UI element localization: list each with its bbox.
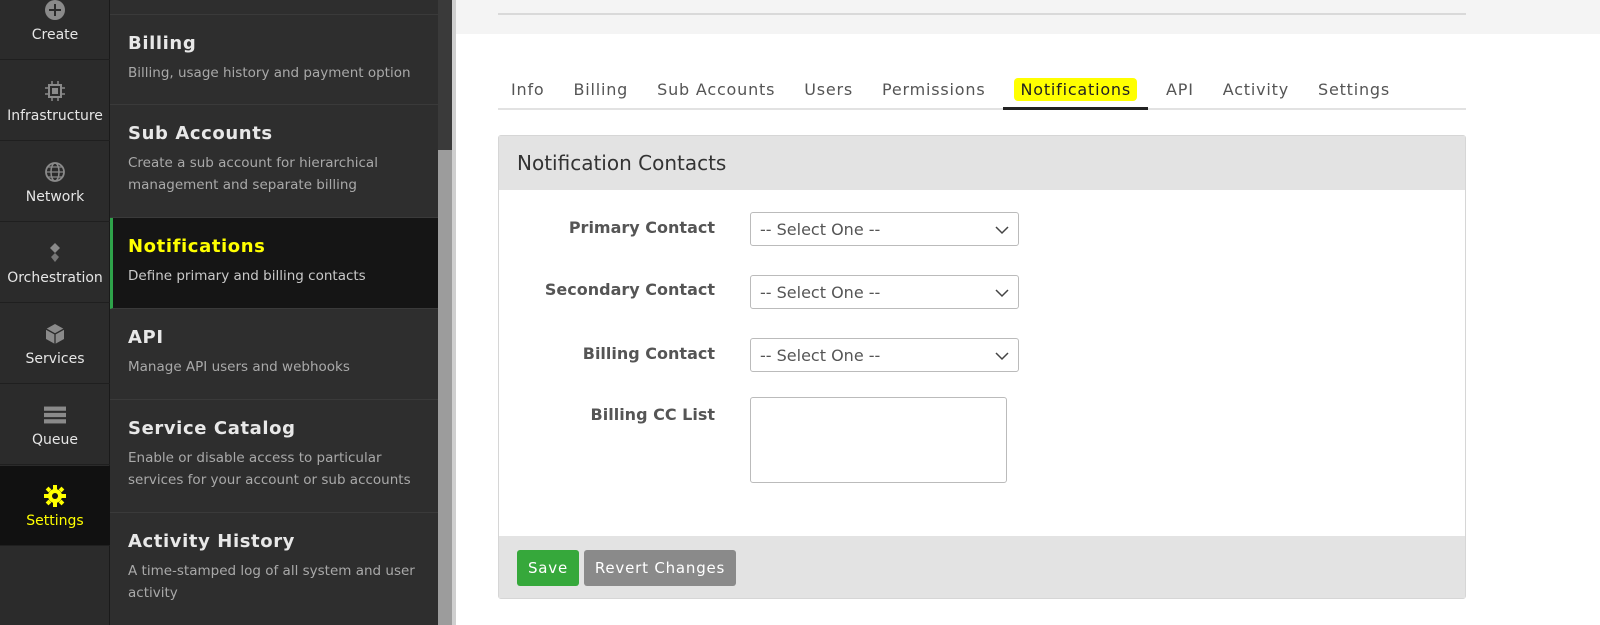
rail-label-network: Network [25, 189, 85, 205]
rail-label-services: Services [25, 351, 85, 367]
tab-info[interactable]: Info [498, 70, 557, 108]
top-band [456, 0, 1600, 34]
panel-title: Notification Contacts [499, 136, 1465, 190]
menu-item-service-catalog[interactable]: Service Catalog Enable or disable access… [110, 400, 438, 513]
tab-notifications[interactable]: Notifications [1001, 70, 1150, 110]
icon-rail: Create Infrastructure Network Orchestrat… [0, 0, 110, 625]
menu-item-desc: Define primary and billing contacts [128, 268, 366, 284]
rail-item-services[interactable]: Services [0, 304, 110, 384]
menu-item-desc: Enable or disable access to particular s… [128, 450, 411, 488]
rail-label-queue: Queue [32, 432, 78, 448]
tab-permissions[interactable]: Permissions [869, 70, 998, 108]
menu-item-desc: A time-stamped log of all system and use… [128, 563, 415, 601]
rail-label-infrastructure: Infrastructure [7, 108, 103, 124]
billing-contact-select[interactable]: -- Select One -- [750, 338, 1019, 372]
secondary-contact-label: Secondary Contact [544, 280, 715, 299]
settings-tabs: Info Billing Sub Accounts Users Permissi… [498, 70, 1466, 110]
billing-cc-textarea[interactable] [750, 397, 1007, 483]
tab-users[interactable]: Users [791, 70, 866, 108]
rail-item-orchestration[interactable]: Orchestration [0, 223, 110, 303]
secondary-contact-value: -- Select One -- [760, 283, 881, 302]
menu-item-title: API [128, 327, 164, 348]
tab-sub-accounts[interactable]: Sub Accounts [644, 70, 788, 108]
menu-item-notifications[interactable]: Notifications Define primary and billing… [110, 218, 438, 309]
chip-icon [44, 80, 66, 102]
rail-item-create[interactable]: Create [0, 0, 110, 60]
revert-changes-button[interactable]: Revert Changes [584, 550, 736, 586]
menu-item-title: Billing [128, 33, 197, 54]
menu-item-billing[interactable]: Billing Billing, usage history and payme… [110, 15, 438, 105]
menu-item-api[interactable]: API Manage API users and webhooks [110, 309, 438, 400]
rail-item-network[interactable]: Network [0, 142, 110, 222]
menu-scrollbar[interactable] [438, 0, 452, 625]
rail-label-settings: Settings [26, 513, 84, 529]
notification-contacts-panel: Notification Contacts Primary Contact --… [498, 135, 1466, 599]
menu-top-edge [110, 0, 438, 15]
main-content: Info Billing Sub Accounts Users Permissi… [456, 0, 1600, 625]
gear-icon [44, 485, 66, 507]
primary-contact-label: Primary Contact [568, 218, 715, 237]
menu-item-desc: Manage API users and webhooks [128, 359, 350, 375]
billing-contact-label: Billing Contact [582, 344, 715, 363]
primary-contact-value: -- Select One -- [760, 220, 881, 239]
menu-item-desc: Create a sub account for hierarchical ma… [128, 155, 378, 193]
settings-menu: Billing Billing, usage history and payme… [110, 0, 438, 625]
rail-item-infrastructure[interactable]: Infrastructure [0, 61, 110, 141]
menu-scrollbar-thumb[interactable] [438, 150, 452, 625]
billing-cc-label: Billing CC List [590, 405, 715, 424]
server-stack-icon [44, 404, 66, 426]
chevron-down-icon [995, 226, 1009, 235]
rail-label-orchestration: Orchestration [7, 270, 103, 286]
menu-item-title: Notifications [128, 236, 266, 257]
tab-settings[interactable]: Settings [1305, 70, 1403, 108]
tab-billing[interactable]: Billing [560, 70, 641, 108]
menu-item-sub-accounts[interactable]: Sub Accounts Create a sub account for hi… [110, 105, 438, 218]
tab-notifications-label: Notifications [1014, 77, 1138, 101]
cube-icon [44, 323, 66, 345]
top-band-rule [498, 13, 1466, 15]
menu-item-title: Service Catalog [128, 418, 296, 439]
secondary-contact-select[interactable]: -- Select One -- [750, 275, 1019, 309]
chevron-down-icon [995, 352, 1009, 361]
menu-item-title: Sub Accounts [128, 123, 273, 144]
chevron-down-icon [995, 289, 1009, 298]
rail-item-queue[interactable]: Queue [0, 385, 110, 465]
orchestration-icon [44, 242, 66, 264]
plus-circle-icon [44, 0, 66, 21]
menu-item-activity-history[interactable]: Activity History A time-stamped log of a… [110, 513, 438, 625]
panel-footer: Save Revert Changes [499, 536, 1465, 598]
rail-label-create: Create [31, 27, 79, 43]
tab-activity[interactable]: Activity [1210, 70, 1302, 108]
globe-icon [44, 161, 66, 183]
billing-contact-value: -- Select One -- [760, 346, 881, 365]
menu-item-desc: Billing, usage history and payment optio… [128, 65, 411, 81]
save-button[interactable]: Save [517, 550, 579, 586]
tab-api[interactable]: API [1153, 70, 1207, 108]
rail-item-settings[interactable]: Settings [0, 466, 110, 546]
primary-contact-select[interactable]: -- Select One -- [750, 212, 1019, 246]
menu-item-title: Activity History [128, 531, 296, 552]
